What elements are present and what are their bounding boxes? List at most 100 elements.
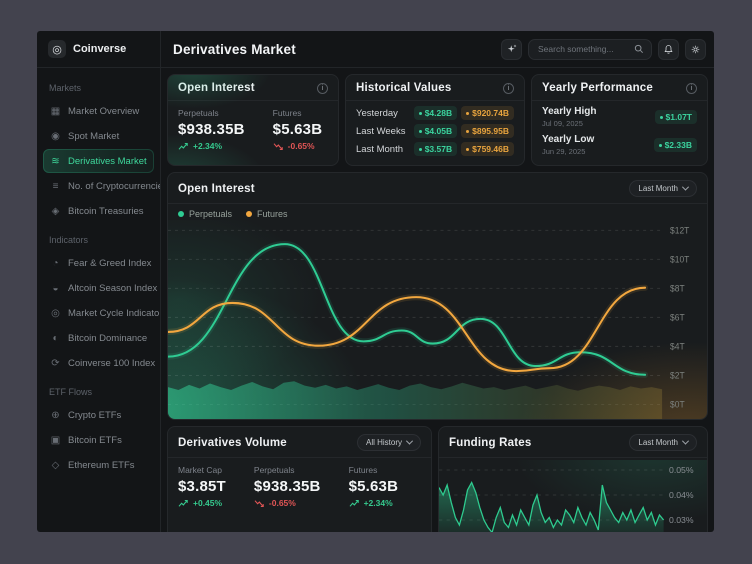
- main-content: Open Interest Perpetuals$938.35B+2.34%Fu…: [161, 68, 714, 532]
- dot-icon: [660, 116, 663, 119]
- sparkle-icon: [506, 43, 518, 55]
- market-cycle-icon: ◎: [50, 308, 61, 319]
- nav-section-label-etf-flows: ETF Flows: [49, 387, 160, 397]
- sidebar-item-market-cycle-indicators[interactable]: ◎Market Cycle Indicators: [43, 301, 154, 325]
- divider: [439, 457, 707, 458]
- stat-change: +0.45%: [178, 498, 226, 508]
- sidebar-item-derivatives-market[interactable]: ≋Derivatives Market: [43, 149, 154, 173]
- stat-change: -0.65%: [254, 498, 321, 508]
- sidebar-item-coinverse-100-index[interactable]: ⟳Coinverse 100 Index: [43, 351, 154, 375]
- trend-up-icon: [349, 499, 360, 508]
- sidebar-item-ethereum-etfs[interactable]: ◇Ethereum ETFs: [43, 453, 154, 477]
- svg-text:$6T: $6T: [670, 312, 685, 322]
- funding-range-select[interactable]: Last Month: [629, 434, 697, 451]
- search-input[interactable]: [536, 43, 630, 55]
- spot-market-icon: ◉: [50, 131, 61, 142]
- logo-text: Coinverse: [73, 43, 126, 55]
- sidebar-item-bitcoin-dominance[interactable]: ◐Bitcoin Dominance: [43, 326, 154, 350]
- settings-button[interactable]: [685, 39, 706, 60]
- card-title: Historical Values: [356, 82, 451, 94]
- ai-assistant-button[interactable]: [501, 39, 522, 60]
- stat-change: +2.34%: [349, 498, 399, 508]
- legend-label: Perpetuals: [189, 209, 232, 219]
- value-badge-orange: $920.74B: [461, 106, 514, 120]
- yearly-performance-rows: Yearly High Jul 09, 2025 $1.07T Yearly Low J…: [532, 101, 707, 156]
- open-interest-chart: $12T$10T$8T$6T$4T$2T$0T: [168, 220, 707, 419]
- sidebar-item-crypto-etfs[interactable]: ⊕ Crypto ETFs: [43, 403, 154, 427]
- search-icon: [634, 44, 644, 54]
- row-date: Jun 29, 2025: [542, 147, 594, 156]
- page-title: Derivatives Market: [173, 42, 296, 57]
- dot-icon: [466, 130, 469, 133]
- stat-change: +2.34%: [178, 141, 245, 151]
- stat-futures: Futures$5.63B-0.65%: [273, 108, 323, 151]
- stat-label: Market Cap: [178, 465, 226, 475]
- chart-title: Open Interest: [178, 183, 255, 195]
- row-label: Yesterday: [356, 108, 414, 119]
- info-icon[interactable]: [317, 83, 328, 94]
- historical-row-last-weeks: Last Weeks$4.05B$895.95B: [356, 124, 514, 138]
- logo[interactable]: ◎ Coinverse: [37, 31, 161, 67]
- historical-row-yesterday: Yesterday$4.28B$920.74B: [356, 106, 514, 120]
- svg-text:$8T: $8T: [670, 283, 685, 293]
- sidebar-item-label: Crypto ETFs: [68, 410, 121, 421]
- row-label: Yearly High: [542, 106, 596, 117]
- notifications-button[interactable]: [658, 39, 679, 60]
- sidebar-item-label: Bitcoin Dominance: [68, 333, 147, 344]
- sidebar-item-bitcoin-treasuries[interactable]: ◈Bitcoin Treasuries: [43, 199, 154, 223]
- svg-text:$0T: $0T: [670, 399, 685, 409]
- stat-change: -0.65%: [273, 141, 323, 151]
- historical-values-card: Historical Values Yesterday$4.28B$920.74…: [345, 74, 525, 166]
- sidebar-item-fear-greed-index[interactable]: ◔Fear & Greed Index: [43, 251, 154, 275]
- bottom-cards-row: Derivatives Volume All History Market Ca…: [167, 426, 708, 532]
- info-icon[interactable]: [503, 83, 514, 94]
- info-icon[interactable]: [686, 83, 697, 94]
- sidebar-item-label: Coinverse 100 Index: [68, 358, 155, 369]
- dot-icon: [466, 112, 469, 115]
- sidebar-item-label: Market Overview: [68, 106, 139, 117]
- svg-text:$2T: $2T: [670, 370, 685, 380]
- stat-perpetuals: Perpetuals$938.35B-0.65%: [254, 465, 321, 508]
- value-badge-green: $3.57B: [414, 142, 457, 156]
- sidebar-item-label: Derivatives Market: [68, 156, 147, 167]
- gear-icon: [690, 44, 701, 55]
- history-range-select[interactable]: All History: [357, 434, 421, 451]
- yearly-row-yearly-low: Yearly Low Jun 29, 2025 $2.33B: [542, 134, 697, 156]
- sidebar-item-no-of-cryptocurrencies[interactable]: ≡No. of Cryptocurrencies: [43, 174, 154, 198]
- value-badge-green: $4.05B: [414, 124, 457, 138]
- dot-icon: [419, 130, 422, 133]
- altcoin-season-icon: ◒: [50, 283, 61, 294]
- funding-range-label: Last Month: [638, 438, 678, 447]
- svg-text:$4T: $4T: [670, 341, 685, 351]
- card-title: Yearly Performance: [542, 82, 653, 94]
- value-badge-green: $1.07T: [655, 110, 697, 124]
- value-badge-orange: $895.95B: [461, 124, 514, 138]
- legend-label: Futures: [257, 209, 288, 219]
- stat-label: Futures: [273, 108, 323, 118]
- sidebar-item-altcoin-season-index[interactable]: ◒ Altcoin Season Index: [43, 276, 154, 300]
- historical-row-last-month: Last Month$3.57B$759.46B: [356, 142, 514, 156]
- cryptocurrencies-icon: ≡: [50, 181, 61, 192]
- time-range-label: Last Month: [638, 184, 678, 193]
- app-window: ◎ Coinverse Derivatives Market: [37, 31, 714, 532]
- row-label: Last Month: [356, 144, 414, 155]
- trend-down-icon: [273, 142, 284, 151]
- logo-icon: ◎: [48, 40, 66, 58]
- market-overview-icon: ▦: [50, 106, 61, 117]
- sidebar-item-spot-market[interactable]: ◉Spot Market: [43, 124, 154, 148]
- time-range-select[interactable]: Last Month: [629, 180, 697, 197]
- funding-rates-chart: 0.05%0.04%0.03%: [439, 460, 707, 532]
- bitcoin-etfs-icon: ▣: [50, 435, 61, 446]
- sidebar-item-market-overview[interactable]: ▦ Market Overview: [43, 99, 154, 123]
- svg-text:$12T: $12T: [670, 225, 690, 235]
- sidebar-item-bitcoin-etfs[interactable]: ▣Bitcoin ETFs: [43, 428, 154, 452]
- yearly-performance-card: Yearly Performance Yearly High Jul 09, 20…: [531, 74, 708, 166]
- crypto-etfs-icon: ⊕: [50, 410, 61, 421]
- sidebar-item-label: Altcoin Season Index: [68, 283, 157, 294]
- value-badge-green: $2.33B: [654, 138, 697, 152]
- sidebar-item-label: Bitcoin Treasuries: [68, 206, 144, 217]
- ethereum-etfs-icon: ◇: [50, 460, 61, 471]
- row-date: Jul 09, 2025: [542, 119, 596, 128]
- row-label: Yearly Low: [542, 134, 594, 145]
- summary-cards-row: Open Interest Perpetuals$938.35B+2.34%Fu…: [167, 74, 708, 166]
